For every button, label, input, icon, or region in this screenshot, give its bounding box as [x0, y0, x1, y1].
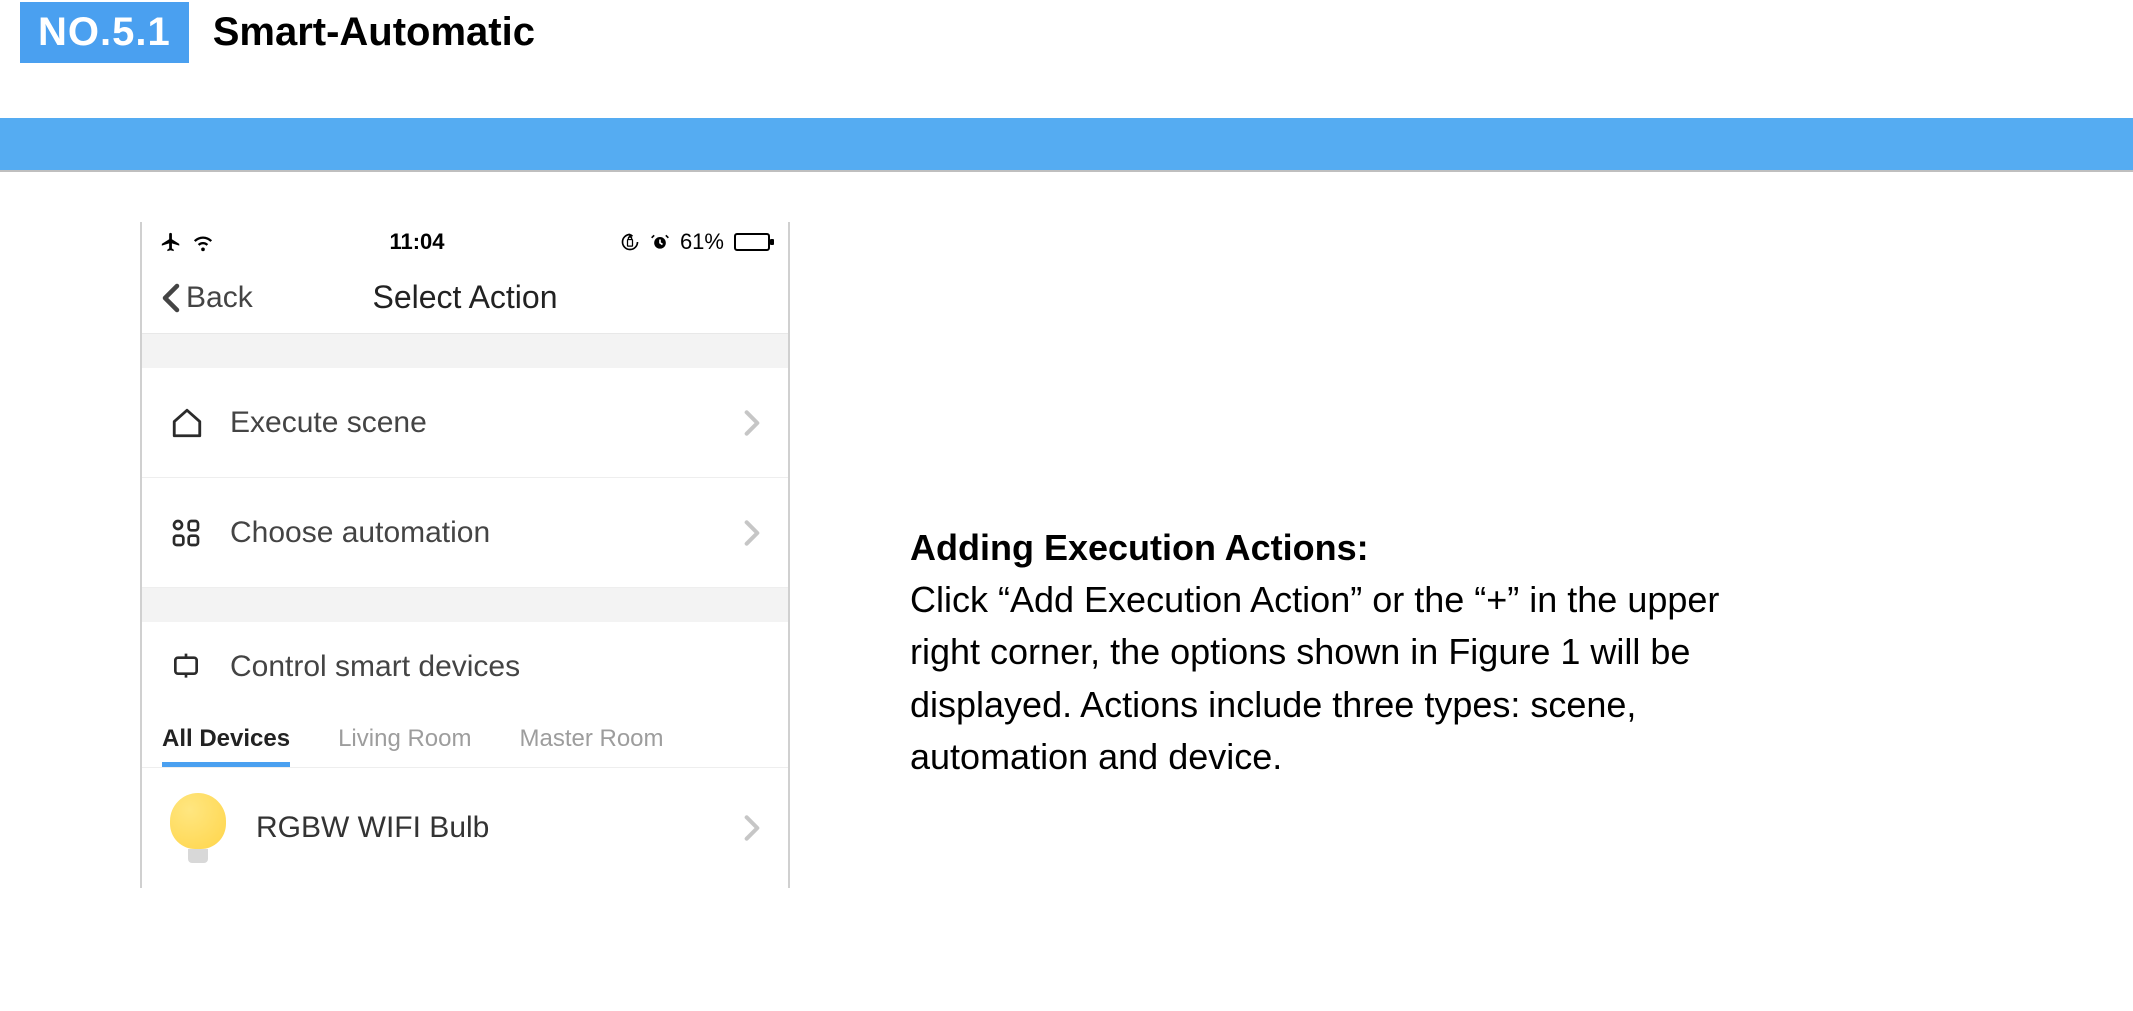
section-number-badge: NO.5.1 — [20, 2, 189, 63]
home-icon — [170, 406, 214, 440]
tab-living-room[interactable]: Living Room — [338, 725, 471, 767]
alarm-icon — [650, 232, 670, 252]
battery-percent: 61% — [680, 229, 724, 255]
description-body: Click “Add Execution Action” or the “+” … — [910, 579, 1719, 777]
bulb-icon — [170, 793, 226, 863]
back-button[interactable]: Back — [162, 281, 253, 315]
device-row-rgbw-bulb[interactable]: RGBW WIFI Bulb — [142, 768, 788, 888]
phone-screenshot: 11:04 61% Back Select Action — [140, 222, 790, 888]
device-label: RGBW WIFI Bulb — [256, 811, 744, 845]
chevron-right-icon — [744, 519, 760, 547]
description-heading: Adding Execution Actions: — [910, 527, 1369, 568]
section-title: Smart-Automatic — [213, 10, 535, 55]
device-filter-tabs: All Devices Living Room Master Room — [142, 712, 788, 768]
tab-master-room[interactable]: Master Room — [519, 725, 663, 767]
section-label: Control smart devices — [230, 650, 760, 684]
navigation-bar: Back Select Action — [142, 262, 788, 334]
section-gap — [142, 334, 788, 368]
orientation-lock-icon — [620, 232, 640, 252]
grid-icon — [170, 517, 214, 549]
status-time: 11:04 — [389, 229, 444, 255]
device-icon — [170, 651, 214, 683]
wifi-icon — [192, 231, 214, 253]
horizontal-divider-bar — [0, 118, 2133, 172]
row-label: Execute scene — [230, 406, 744, 440]
section-gap — [142, 588, 788, 622]
chevron-left-icon — [162, 283, 180, 313]
battery-icon — [734, 233, 770, 251]
chevron-right-icon — [744, 814, 760, 842]
section-control-smart-devices: Control smart devices — [142, 622, 788, 712]
chevron-right-icon — [744, 409, 760, 437]
back-label: Back — [186, 281, 253, 315]
airplane-mode-icon — [160, 231, 182, 253]
document-header: NO.5.1 Smart-Automatic — [20, 0, 535, 64]
status-bar: 11:04 61% — [142, 222, 788, 262]
row-execute-scene[interactable]: Execute scene — [142, 368, 788, 478]
row-choose-automation[interactable]: Choose automation — [142, 478, 788, 588]
description-text: Adding Execution Actions: Click “Add Exe… — [910, 222, 1790, 783]
tab-all-devices[interactable]: All Devices — [162, 725, 290, 767]
row-label: Choose automation — [230, 516, 744, 550]
